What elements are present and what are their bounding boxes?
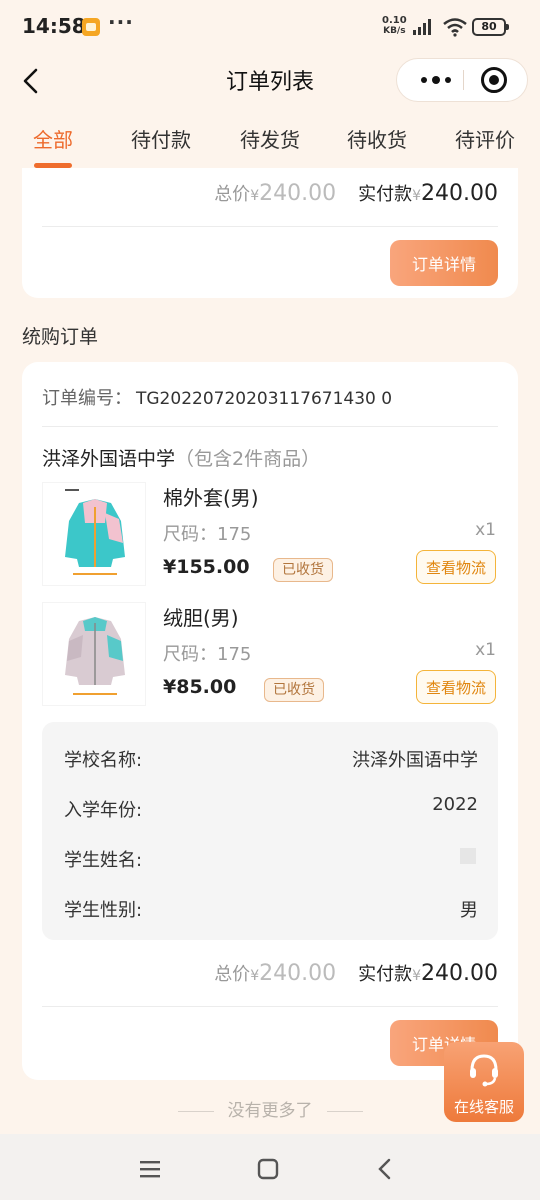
divider xyxy=(42,426,498,427)
signal-icon xyxy=(413,19,431,35)
order-totals: 总价 ¥ 240.00 实付款 ¥ 240.00 xyxy=(214,960,498,986)
view-logistics-button[interactable]: 查看物流 xyxy=(416,550,496,584)
system-back-button[interactable] xyxy=(368,1152,402,1186)
product-quantity: x1 xyxy=(475,520,496,540)
divider xyxy=(42,226,498,227)
info-label-school: 学校名称: xyxy=(64,750,143,771)
info-label-student-name: 学生姓名: xyxy=(64,850,143,871)
order-card-previous: 总价 ¥ 240.00 实付款 ¥ 240.00 订单详情 xyxy=(22,168,518,298)
shop-item-count: （包含2件商品） xyxy=(175,448,321,470)
currency-symbol: ¥ xyxy=(412,188,422,204)
order-card: 订单编号： TG20220720203117671430 0 洪泽外国语中学（包含… xyxy=(22,362,518,1080)
info-label-gender: 学生性别: xyxy=(64,900,143,921)
size-label: 尺码： xyxy=(163,644,217,665)
online-service-label: 在线客服 xyxy=(453,1098,514,1116)
headset-icon xyxy=(470,1054,498,1087)
network-speed-unit: KB/s xyxy=(383,26,406,36)
order-totals: 总价 ¥ 240.00 实付款 ¥ 240.00 xyxy=(214,180,498,206)
order-number: 订单编号： TG20220720203117671430 0 xyxy=(42,384,392,410)
size-label: 尺码： xyxy=(163,524,217,545)
network-speed: 0.10 KB/s xyxy=(382,15,407,37)
close-target-icon[interactable] xyxy=(481,67,507,93)
shop-line: 洪泽外国语中学（包含2件商品） xyxy=(42,444,320,471)
more-dots-icon[interactable] xyxy=(409,59,463,101)
product-name: 棉外套(男) xyxy=(163,486,259,510)
product-image xyxy=(42,482,146,586)
order-tabs: 全部 待付款 待发货 待收货 待评价 xyxy=(0,110,540,168)
fleece-jacket-image-icon xyxy=(65,617,125,695)
home-icon xyxy=(257,1158,279,1180)
status-badge: 已收货 xyxy=(264,678,324,702)
tab-pending-payment[interactable]: 待付款 xyxy=(131,124,191,153)
product-quantity: x1 xyxy=(475,640,496,660)
status-more-icon: ··· xyxy=(108,10,134,34)
size-value: 175 xyxy=(217,644,252,665)
product-size: 尺码：175 xyxy=(163,520,251,546)
paid-label: 实付款 xyxy=(358,184,413,205)
capsule-divider xyxy=(463,70,464,90)
currency-symbol: ¥ xyxy=(412,968,422,984)
online-service-button[interactable]: 在线客服 xyxy=(444,1042,524,1122)
order-number-value: TG20220720203117671430 0 xyxy=(136,389,393,409)
network-speed-value: 0.10 xyxy=(382,15,407,26)
nav-bar: 订单列表 xyxy=(0,56,540,106)
tab-pending-shipment[interactable]: 待发货 xyxy=(240,124,300,153)
divider xyxy=(42,1006,498,1007)
system-nav-bar xyxy=(0,1134,540,1200)
size-value: 175 xyxy=(217,524,252,545)
currency-symbol: ¥ xyxy=(250,968,260,984)
info-label-year: 入学年份: xyxy=(64,800,143,821)
paid-amount: 240.00 xyxy=(421,181,498,206)
product-size: 尺码：175 xyxy=(163,640,251,666)
battery-icon: 80 xyxy=(472,18,509,36)
tab-pending-receipt[interactable]: 待收货 xyxy=(347,124,407,153)
status-time: 14:58 xyxy=(22,14,86,38)
tab-all[interactable]: 全部 xyxy=(33,124,73,153)
jacket-image-icon xyxy=(65,489,125,575)
product-image xyxy=(42,602,146,706)
order-number-label: 订单编号： xyxy=(42,388,132,409)
total-label: 总价 xyxy=(214,184,251,205)
total-label: 总价 xyxy=(214,964,251,985)
student-info-panel: 学校名称: 洪泽外国语中学 入学年份: 2022 学生姓名: 学生性别: 男 xyxy=(42,722,498,940)
redacted-name xyxy=(460,848,476,864)
product-item[interactable]: 绒胆(男) 尺码：175 x1 ¥85.00 已收货 查看物流 xyxy=(42,602,498,714)
total-amount: 240.00 xyxy=(259,181,337,206)
mini-program-capsule xyxy=(396,58,528,102)
menu-button[interactable] xyxy=(133,1152,167,1186)
wifi-icon xyxy=(443,18,467,37)
currency-symbol: ¥ xyxy=(250,188,260,204)
status-badge: 已收货 xyxy=(273,558,333,582)
home-button[interactable] xyxy=(251,1152,285,1186)
info-value-year: 2022 xyxy=(432,794,478,815)
paid-label: 实付款 xyxy=(358,964,413,985)
status-bar: 14:58 ··· 0.10 KB/s 80 xyxy=(0,0,540,56)
paid-amount: 240.00 xyxy=(421,961,498,986)
total-amount: 240.00 xyxy=(259,961,337,986)
info-value-gender: 男 xyxy=(460,900,478,921)
shop-name: 洪泽外国语中学 xyxy=(42,448,176,470)
tab-pending-review[interactable]: 待评价 xyxy=(455,124,515,153)
product-price: ¥155.00 xyxy=(163,556,250,578)
section-heading: 统购订单 xyxy=(22,326,99,348)
view-logistics-button[interactable]: 查看物流 xyxy=(416,670,496,704)
back-icon xyxy=(378,1158,391,1180)
info-value-school: 洪泽外国语中学 xyxy=(352,750,478,771)
product-price: ¥85.00 xyxy=(163,676,237,698)
notes-app-icon xyxy=(82,18,100,36)
product-item[interactable]: 棉外套(男) 尺码：175 x1 ¥155.00 已收货 查看物流 xyxy=(42,482,498,594)
menu-icon xyxy=(140,1161,160,1178)
order-detail-button[interactable]: 订单详情 xyxy=(390,240,498,286)
product-name: 绒胆(男) xyxy=(163,606,239,630)
